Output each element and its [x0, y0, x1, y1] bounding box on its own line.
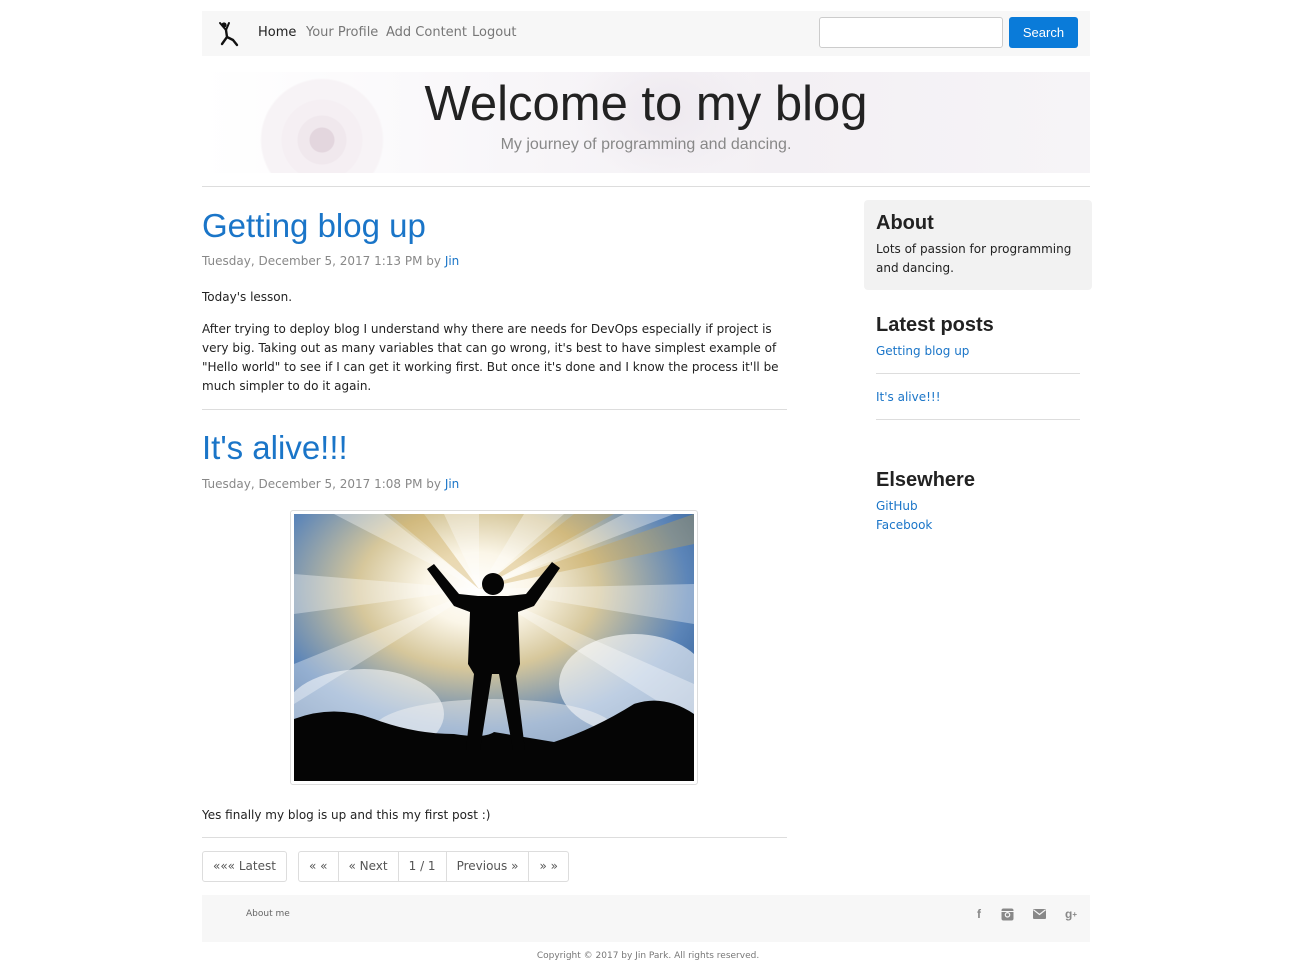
nav-your-profile-link[interactable]: Your Profile: [306, 25, 378, 40]
mail-icon[interactable]: [1031, 906, 1047, 922]
post-divider: [202, 837, 787, 838]
search-input[interactable]: [819, 17, 1003, 48]
sidebar-about-heading: About: [876, 212, 934, 234]
pager-latest-group: ««« Latest: [202, 851, 287, 882]
footer-about-link[interactable]: About me: [246, 909, 290, 919]
sidebar-about-text: Lots of passion for programming and danc…: [876, 242, 1072, 275]
search-button[interactable]: Search: [1009, 17, 1078, 48]
post-title-link[interactable]: It's alive!!!: [202, 429, 348, 467]
pager-next-button[interactable]: « Next: [337, 852, 398, 881]
post-paragraph: Today's lesson.: [202, 290, 293, 304]
nav-logout-link[interactable]: Logout: [472, 25, 517, 40]
post-meta: Tuesday, December 5, 2017 1:13 PM by Jin: [202, 254, 459, 268]
hero-title: Welcome to my blog: [424, 77, 868, 131]
pagination: « « « Next 1 / 1 Previous » » »: [298, 851, 569, 882]
nav-add-content-link[interactable]: Add Content: [386, 25, 467, 40]
post-meta: Tuesday, December 5, 2017 1:08 PM by Jin: [202, 477, 459, 491]
sidebar-divider: [876, 419, 1080, 420]
post-date: Tuesday, December 5, 2017 1:08 PM by: [202, 477, 445, 491]
post-image-frame: [290, 510, 698, 785]
sidebar-facebook-link[interactable]: Facebook: [876, 518, 932, 532]
post-divider: [202, 409, 787, 410]
sidebar-github-link[interactable]: GitHub: [876, 499, 918, 513]
footer: About me f g +: [202, 895, 1090, 942]
post-title-link[interactable]: Getting blog up: [202, 207, 426, 245]
pager-latest-button[interactable]: ««« Latest: [203, 852, 286, 881]
post-author-link[interactable]: Jin: [445, 254, 459, 268]
post-image-silhouette-sunburst: [294, 514, 694, 781]
sidebar-divider: [876, 373, 1080, 374]
google-plus-icon[interactable]: g +: [1063, 906, 1079, 922]
post-date: Tuesday, December 5, 2017 1:13 PM by: [202, 254, 445, 268]
facebook-icon[interactable]: f: [971, 906, 987, 922]
sidebar-latest-post-link[interactable]: It's alive!!!: [876, 390, 941, 404]
hero-subtitle: My journey of programming and dancing.: [500, 136, 792, 153]
pager-last-button[interactable]: » »: [528, 852, 568, 881]
sidebar-latest-heading: Latest posts: [876, 314, 994, 336]
pager-previous-button[interactable]: Previous »: [445, 852, 529, 881]
copyright-text: Copyright © 2017 by Jin Park. All rights…: [536, 951, 760, 961]
instagram-icon[interactable]: [999, 906, 1015, 922]
pager-first-button[interactable]: « «: [299, 852, 338, 881]
hero-banner: Welcome to my blog My journey of program…: [202, 72, 1090, 173]
post-paragraph: Yes finally my blog is up and this my fi…: [202, 808, 491, 822]
post-paragraph: After trying to deploy blog I understand…: [202, 322, 779, 393]
navbar: Home Your Profile Add Content Logout Sea…: [202, 11, 1090, 56]
hero-divider: [202, 186, 1090, 187]
sidebar-latest-post-link[interactable]: Getting blog up: [876, 344, 969, 358]
nav-home-link[interactable]: Home: [258, 25, 296, 40]
dancer-logo-icon[interactable]: [216, 20, 240, 47]
post-author-link[interactable]: Jin: [445, 477, 459, 491]
sidebar-elsewhere-heading: Elsewhere: [876, 469, 975, 491]
pager-page-indicator: 1 / 1: [397, 852, 446, 881]
